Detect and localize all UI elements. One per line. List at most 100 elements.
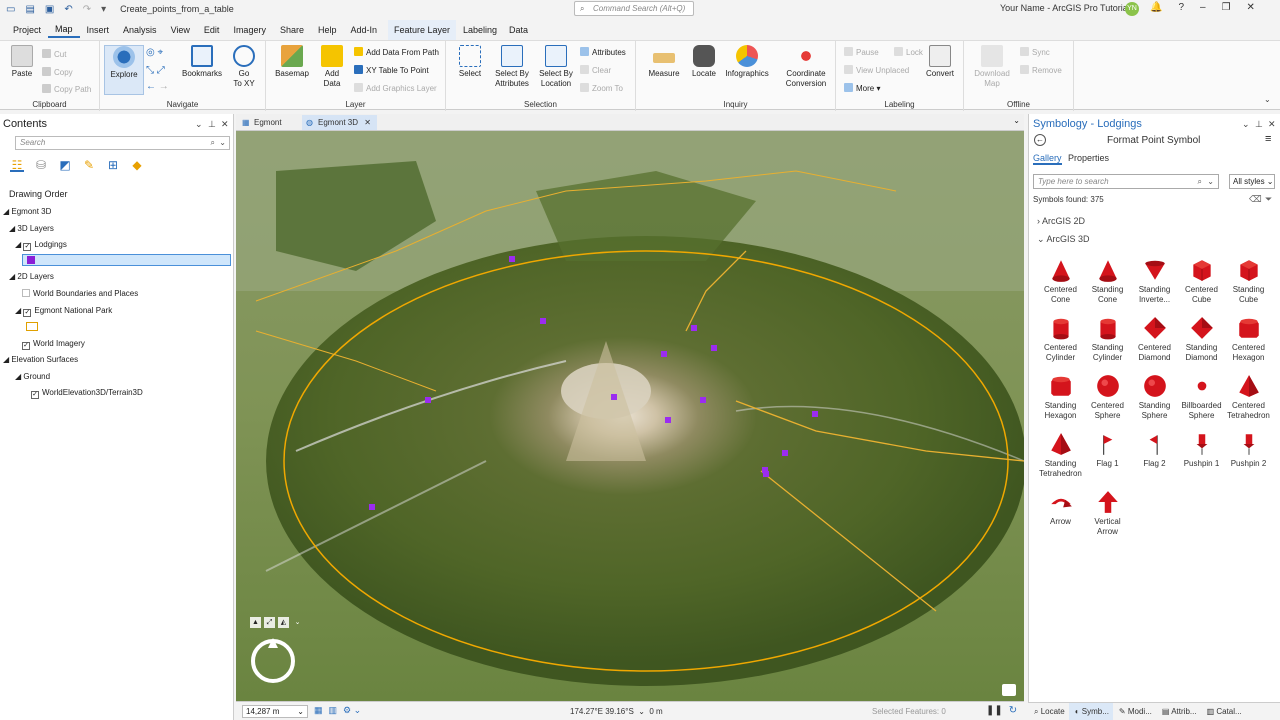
tabs-dropdown-icon[interactable]: ⌄ xyxy=(1013,116,1020,125)
command-search[interactable]: ⌕ Command Search (Alt+Q) xyxy=(574,1,694,16)
tree-world-imagery[interactable]: ✓ World Imagery xyxy=(22,339,85,350)
tab-feature-layer[interactable]: Feature Layer xyxy=(388,20,457,40)
help-icon[interactable]: ? xyxy=(1178,2,1184,13)
symbol-item[interactable]: Standing Cylinder xyxy=(1084,315,1131,371)
lodging-point[interactable] xyxy=(782,450,788,456)
open-icon[interactable]: ▤ xyxy=(25,4,34,15)
view-unplaced-button[interactable]: View Unplaced xyxy=(844,65,909,75)
user-name[interactable]: Your Name - ArcGIS Pro Tutorials xyxy=(1000,3,1134,13)
bookmarks-button[interactable]: Bookmarks xyxy=(182,45,222,79)
filter-icon[interactable]: ⏷ xyxy=(1265,194,1272,205)
visibility-checkbox[interactable] xyxy=(22,289,30,297)
tab-egmont[interactable]: ▦ Egmont xyxy=(238,115,288,130)
lodging-point[interactable] xyxy=(812,411,818,417)
pause-drawing-icon[interactable]: ❚❚ xyxy=(986,705,1003,716)
select-by-location-button[interactable]: Select By Location xyxy=(534,45,578,89)
lodging-point[interactable] xyxy=(691,325,697,331)
go-to-xy-button[interactable]: Go To XY xyxy=(224,45,264,89)
symbol-item[interactable]: Standing Hexagon xyxy=(1037,373,1084,429)
basemap-button[interactable]: Basemap xyxy=(272,45,312,79)
symbol-item[interactable]: Standing Sphere xyxy=(1131,373,1178,429)
download-map-button[interactable]: Download Map xyxy=(972,45,1012,89)
notification-icon[interactable]: 🔔 xyxy=(1150,2,1162,13)
symbol-item[interactable]: Centered Sphere xyxy=(1084,373,1131,429)
tab-view[interactable]: View xyxy=(164,23,197,37)
collapse-ribbon-icon[interactable]: ⌄ xyxy=(1264,95,1271,104)
more-labeling-button[interactable]: More ▾ xyxy=(844,83,880,93)
add-data-button[interactable]: Add Data xyxy=(312,45,352,89)
table-icon[interactable]: ▦ xyxy=(314,705,323,716)
tab-share[interactable]: Share xyxy=(273,23,311,37)
symbol-item[interactable]: Centered Cube xyxy=(1178,257,1225,313)
eraser-icon[interactable]: ⌫ xyxy=(1249,194,1262,205)
zoom-in-icon[interactable]: ▲ xyxy=(250,617,261,628)
pin-icon[interactable]: ⊥ xyxy=(208,119,216,130)
copy-button[interactable]: Copy xyxy=(42,67,73,77)
visibility-checkbox[interactable]: ✓ xyxy=(23,243,32,251)
redo-icon[interactable]: ↷ xyxy=(83,4,91,15)
lodging-point[interactable] xyxy=(611,394,617,400)
restore-icon[interactable]: ❐ xyxy=(1222,2,1231,13)
symbol-item[interactable]: Centered Hexagon xyxy=(1225,315,1272,371)
symbol-item[interactable]: Standing Inverte... xyxy=(1131,257,1178,313)
chevron-down-icon[interactable]: ⌄ xyxy=(1207,175,1214,188)
lodging-point[interactable] xyxy=(665,417,671,423)
symbol-item[interactable]: Standing Cone xyxy=(1084,257,1131,313)
tab-modify[interactable]: ✎ Modi... xyxy=(1113,703,1156,720)
symbol-search-input[interactable]: Type here to search ⌕ ⌄ xyxy=(1033,174,1219,189)
tab-help[interactable]: Help xyxy=(311,23,344,37)
tab-project[interactable]: Project xyxy=(6,23,48,37)
comment-icon[interactable] xyxy=(1002,684,1016,696)
tree-terrain[interactable]: ✓ WorldElevation3D/Terrain3D xyxy=(31,388,143,399)
customize-icon[interactable]: ▾ xyxy=(101,4,106,15)
tab-labeling[interactable]: Labeling xyxy=(457,20,504,40)
pane-options-icon[interactable]: ⌄ xyxy=(1242,119,1250,130)
select-button[interactable]: Select xyxy=(450,45,490,79)
category-arcgis-3d[interactable]: ⌄ ArcGIS 3D xyxy=(1037,234,1090,245)
list-by-source-icon[interactable]: ⛁ xyxy=(34,158,48,172)
lodging-point[interactable] xyxy=(700,397,706,403)
symbol-item[interactable]: Pushpin 2 xyxy=(1225,431,1272,487)
save-icon[interactable]: ▣ xyxy=(45,4,54,15)
symbol-item[interactable]: Standing Diamond xyxy=(1178,315,1225,371)
coordinate-conversion-button[interactable]: Coordinate Conversion xyxy=(780,45,832,89)
previous-extent-icon[interactable]: ← → xyxy=(146,81,169,92)
tree-2d-layers[interactable]: ◢ 2D Layers xyxy=(9,272,54,281)
lodging-point[interactable] xyxy=(763,471,769,477)
lodging-point[interactable] xyxy=(661,351,667,357)
chevron-down-icon[interactable]: ⌄ xyxy=(219,137,226,149)
settings-icon[interactable]: ⚙ ⌄ xyxy=(343,705,361,716)
symbol-item[interactable]: Pushpin 1 xyxy=(1178,431,1225,487)
list-by-labeling-icon[interactable]: ◆ xyxy=(130,158,144,172)
clear-selection-button[interactable]: Clear xyxy=(580,65,611,75)
sync-button[interactable]: Sync xyxy=(1020,47,1050,57)
tab-catalog[interactable]: ▥ Catal... xyxy=(1201,703,1246,720)
add-data-from-path-button[interactable]: Add Data From Path xyxy=(354,47,439,57)
tab-egmont-3d[interactable]: ◍ Egmont 3D ✕ xyxy=(302,115,377,130)
tab-symbology[interactable]: ◐ Symb... xyxy=(1068,703,1113,720)
xy-table-to-point-button[interactable]: XY Table To Point xyxy=(354,65,429,75)
list-by-drawing-order-icon[interactable]: ☷ xyxy=(10,158,24,172)
symbol-item[interactable]: Centered Tetrahedron xyxy=(1225,373,1272,429)
pause-labeling-button[interactable]: Pause xyxy=(844,47,879,57)
symbol-item[interactable]: Billboarded Sphere xyxy=(1178,373,1225,429)
cut-button[interactable]: Cut xyxy=(42,49,66,59)
close-icon[interactable]: ✕ xyxy=(1268,119,1276,130)
symbol-item[interactable]: Standing Tetrahedron xyxy=(1037,431,1084,487)
copy-path-button[interactable]: Copy Path xyxy=(42,84,91,94)
lodging-point[interactable] xyxy=(369,504,375,510)
add-graphics-layer-button[interactable]: Add Graphics Layer xyxy=(354,83,437,93)
measure-button[interactable]: Measure xyxy=(644,45,684,79)
tree-lodgings[interactable]: ◢ ✓ Lodgings xyxy=(15,240,67,251)
visibility-checkbox[interactable]: ✓ xyxy=(31,391,39,399)
tree-world-boundaries[interactable]: World Boundaries and Places xyxy=(22,289,138,298)
navigator-options-icon[interactable]: ⌄ xyxy=(292,617,303,628)
menu-icon[interactable]: ≡ xyxy=(1265,133,1271,145)
minimize-icon[interactable]: – xyxy=(1200,2,1206,13)
pin-icon[interactable]: ⊥ xyxy=(1255,119,1263,130)
symbol-item[interactable]: Centered Cylinder xyxy=(1037,315,1084,371)
back-icon[interactable]: ← xyxy=(1034,134,1046,146)
category-arcgis-2d[interactable]: › ArcGIS 2D xyxy=(1037,216,1085,226)
lodging-point[interactable] xyxy=(425,397,431,403)
tree-ground[interactable]: ◢ Ground xyxy=(15,372,50,381)
